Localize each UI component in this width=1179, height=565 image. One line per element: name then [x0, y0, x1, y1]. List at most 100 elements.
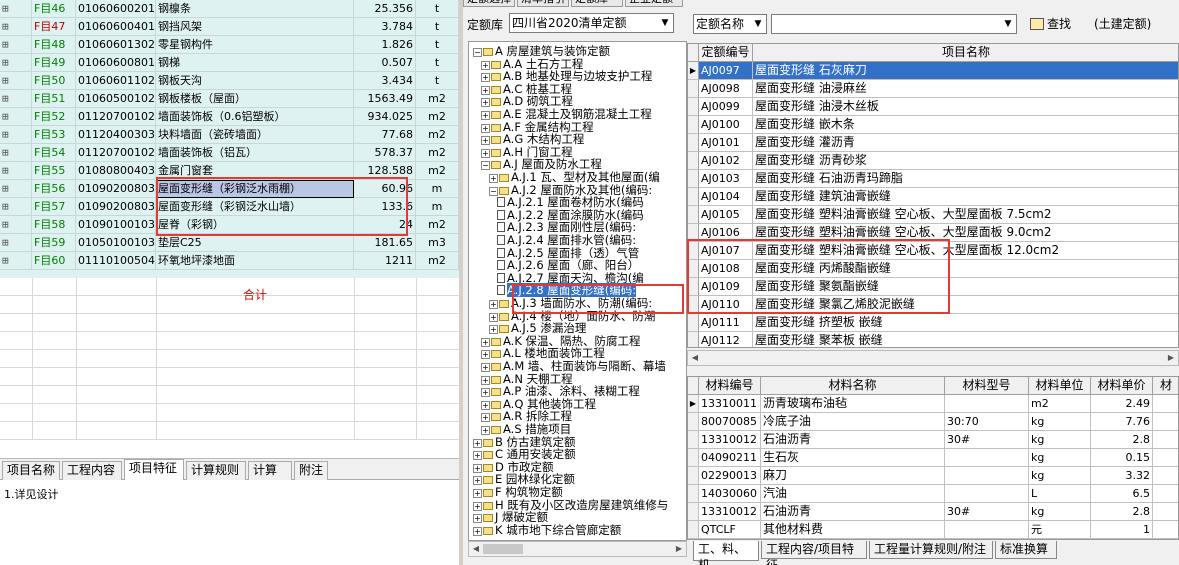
- item-unit[interactable]: t: [416, 18, 459, 36]
- table-row[interactable]: AJ0105 屋面变形缝 塑料油膏嵌缝 空心板、大型屋面板 7.5cm2: [688, 206, 1178, 224]
- item-name[interactable]: 屋脊（彩钢）: [156, 216, 354, 234]
- item-unit[interactable]: m2: [416, 216, 459, 234]
- table-row[interactable]: ⊞ F目53 011204003030 块料墙面（瓷砖墙面） 77.68 m2: [0, 126, 459, 144]
- quota-code[interactable]: AJ0101: [699, 134, 753, 152]
- material-unit[interactable]: 元: [1029, 521, 1091, 539]
- material-type[interactable]: [945, 485, 1029, 503]
- table-row[interactable]: ⊞ F目50 010606011024 钢板天沟 3.434 t: [0, 72, 459, 90]
- table-row[interactable]: ⊞ F目57 010902008032 屋面变形缝（彩钢泛水山墙） 133.6 m: [0, 198, 459, 216]
- column-header-1[interactable]: 材料名称: [761, 377, 945, 395]
- scroll-left-icon[interactable]: ◀: [688, 351, 702, 365]
- quota-name[interactable]: 屋面变形缝 塑料油膏嵌缝 空心板、大型屋面板 12.0cm2: [753, 242, 1178, 260]
- table-row[interactable]: ⊞ F目59 010501001036 垫层C25 181.65 m3: [0, 234, 459, 252]
- expand-icon[interactable]: +: [473, 501, 482, 511]
- expand-icon[interactable]: ⊞: [0, 0, 32, 18]
- expand-icon[interactable]: ⊞: [0, 234, 32, 252]
- column-header-0[interactable]: 材料编号: [699, 377, 761, 395]
- item-unit[interactable]: m: [416, 198, 459, 216]
- item-code[interactable]: 011207001028: [76, 108, 156, 126]
- material-code[interactable]: 04090211: [699, 449, 761, 467]
- collapse-icon[interactable]: −: [489, 186, 498, 196]
- quota-name[interactable]: 屋面变形缝 建筑油膏嵌缝: [753, 188, 1178, 206]
- scroll-left-icon[interactable]: ◀: [469, 542, 483, 556]
- expand-icon[interactable]: +: [481, 363, 490, 372]
- table-row[interactable]: 14030060 汽油 L 6.5: [688, 485, 1178, 503]
- material-unit[interactable]: L: [1029, 485, 1091, 503]
- item-quantity[interactable]: 1563.49: [354, 90, 416, 108]
- top-tab-0[interactable]: 定额选择: [463, 0, 515, 7]
- item-unit[interactable]: m2: [416, 144, 459, 162]
- tree-horizontal-scrollbar[interactable]: ◀ ▶: [468, 541, 687, 557]
- expand-icon[interactable]: +: [473, 526, 482, 536]
- expand-icon[interactable]: ⊞: [0, 216, 32, 234]
- expand-icon[interactable]: ⊞: [0, 198, 32, 216]
- expand-icon[interactable]: +: [473, 438, 482, 448]
- table-row[interactable]: ⊞ F目54 011207001029 墙面装饰板（铝瓦） 578.37 m2: [0, 144, 459, 162]
- expand-icon[interactable]: +: [481, 388, 490, 398]
- quota-code[interactable]: AJ0110: [699, 296, 753, 314]
- expand-icon[interactable]: ⊞: [0, 36, 32, 54]
- item-unit[interactable]: m3: [416, 234, 459, 252]
- filter-input[interactable]: ▼: [771, 14, 1017, 34]
- item-code[interactable]: 010606002014: [76, 0, 156, 18]
- item-name[interactable]: 零星钢构件: [156, 36, 354, 54]
- bottom-tab-3[interactable]: 标准换算: [995, 541, 1057, 559]
- table-row[interactable]: 04090211 生石灰 kg 0.15: [688, 449, 1178, 467]
- item-code[interactable]: 011207001029: [76, 144, 156, 162]
- expand-icon[interactable]: +: [481, 85, 490, 95]
- material-code[interactable]: 13310011: [699, 395, 761, 413]
- item-quantity[interactable]: 24: [354, 216, 416, 234]
- quota-name[interactable]: 屋面变形缝 嵌木条: [753, 116, 1178, 134]
- table-row[interactable]: AJ0106 屋面变形缝 塑料油膏嵌缝 空心板、大型屋面板 9.0cm2: [688, 224, 1178, 242]
- item-code[interactable]: 010501001036: [76, 234, 156, 252]
- expand-icon[interactable]: +: [489, 300, 498, 309]
- quota-name[interactable]: 屋面变形缝 油浸麻丝: [753, 80, 1178, 98]
- item-quantity[interactable]: 60.96: [354, 180, 416, 198]
- material-name[interactable]: 生石灰: [761, 449, 945, 467]
- expand-icon[interactable]: ⊞: [0, 72, 32, 90]
- column-header-3[interactable]: 材料单位: [1029, 377, 1091, 395]
- tab-4[interactable]: 计算式: [248, 461, 292, 494]
- table-row[interactable]: AJ0102 屋面变形缝 沥青砂浆: [688, 152, 1178, 170]
- material-code[interactable]: 13310012: [699, 503, 761, 521]
- material-price[interactable]: 0.15: [1091, 449, 1153, 467]
- quota-name[interactable]: 屋面变形缝 聚苯板 嵌缝: [753, 332, 1178, 347]
- table-row[interactable]: AJ0107 屋面变形缝 塑料油膏嵌缝 空心板、大型屋面板 12.0cm2: [688, 242, 1178, 260]
- column-header-5[interactable]: 材: [1153, 377, 1178, 395]
- material-unit[interactable]: kg: [1029, 449, 1091, 467]
- table-row[interactable]: ⊞ F目48 010606013023 零星钢构件 1.826 t: [0, 36, 459, 54]
- table-row[interactable]: AJ0098 屋面变形缝 油浸麻丝: [688, 80, 1178, 98]
- quota-name[interactable]: 屋面变形缝 沥青砂浆: [753, 152, 1178, 170]
- item-code[interactable]: 010902008033: [76, 180, 156, 198]
- table-row[interactable]: AJ0109 屋面变形缝 聚氨酯嵌缝: [688, 278, 1178, 296]
- item-name[interactable]: 钢板楼板（屋面）: [156, 90, 354, 108]
- material-name[interactable]: 冷底子油: [761, 413, 945, 431]
- material-type[interactable]: [945, 521, 1029, 539]
- tab-3[interactable]: 计算规则: [186, 461, 246, 480]
- table-row[interactable]: 13310012 石油沥青 30# kg 2.8: [688, 431, 1178, 449]
- tab-0[interactable]: 项目名称: [2, 461, 60, 480]
- expand-icon[interactable]: ⊞: [0, 252, 32, 270]
- table-row[interactable]: AJ0110 屋面变形缝 聚氯乙烯胶泥嵌缝: [688, 296, 1178, 314]
- material-code[interactable]: 14030060: [699, 485, 761, 503]
- table-row[interactable]: 02290013 麻刀 kg 3.32: [688, 467, 1178, 485]
- quota-code[interactable]: AJ0111: [699, 314, 753, 332]
- filter-field-select[interactable]: 定额名称 ▼: [693, 14, 767, 34]
- item-quantity[interactable]: 77.68: [354, 126, 416, 144]
- item-code[interactable]: 010606004015: [76, 18, 156, 36]
- material-price[interactable]: 2.49: [1091, 395, 1153, 413]
- quota-code[interactable]: AJ0106: [699, 224, 753, 242]
- bottom-tab-1[interactable]: 工程内容/项目特征: [761, 541, 867, 565]
- item-name[interactable]: 金属门窗套: [156, 162, 354, 180]
- item-unit[interactable]: m2: [416, 126, 459, 144]
- tab-5[interactable]: 附注: [294, 461, 328, 480]
- item-unit[interactable]: m: [416, 180, 459, 198]
- table-row[interactable]: AJ0099 屋面变形缝 油浸木丝板: [688, 98, 1178, 116]
- material-unit[interactable]: kg: [1029, 413, 1091, 431]
- material-price[interactable]: 6.5: [1091, 485, 1153, 503]
- material-code[interactable]: 02290013: [699, 467, 761, 485]
- expand-icon[interactable]: +: [489, 325, 498, 335]
- find-button[interactable]: 查找: [1030, 15, 1071, 33]
- item-code[interactable]: 010808004031: [76, 162, 156, 180]
- item-name[interactable]: 块料墙面（瓷砖墙面）: [156, 126, 354, 144]
